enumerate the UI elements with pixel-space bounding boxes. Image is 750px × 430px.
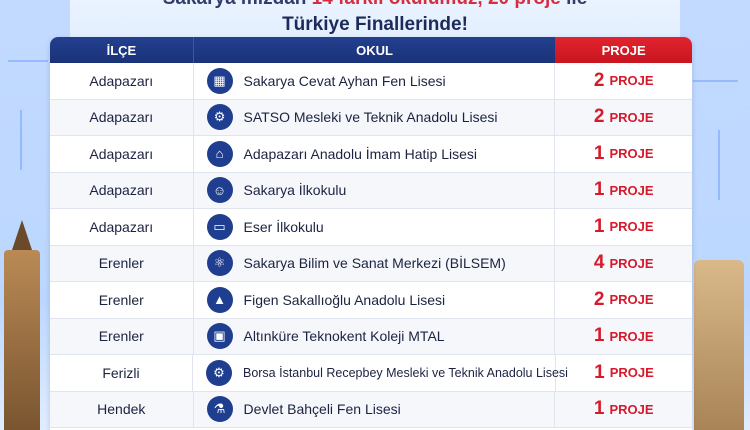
table-row: Ferizli ⚙ Borsa İstanbul Recepbey Mesleki … xyxy=(50,355,692,392)
cell-ilce: Hendek xyxy=(50,391,194,427)
school-name: Figen Sakallıoğlu Anadolu Lisesi xyxy=(243,291,446,308)
cell-proje: 1 PROJE xyxy=(555,173,692,209)
cell-proje: 1 PROJE xyxy=(555,209,692,245)
project-unit: PROJE xyxy=(609,255,654,271)
cell-okul: ▭ Eser İlkokulu xyxy=(194,209,556,245)
project-count: 1 xyxy=(593,215,605,237)
school-name: Eser İlkokulu xyxy=(243,218,324,235)
table-row: Adapazarı ☺ Sakarya İlkokulu 1 PROJE xyxy=(50,172,692,209)
clock-tower-illustration xyxy=(4,220,40,430)
school-name: Sakarya Cevat Ayhan Fen Lisesi xyxy=(243,72,446,89)
cell-proje: 1 PROJE xyxy=(555,319,692,355)
table-body: Adapazarı ▦ Sakarya Cevat Ayhan Fen Lisesi… xyxy=(50,63,692,428)
children-icon: ☺ xyxy=(206,177,233,204)
table-row: Adapazarı ▦ Sakarya Cevat Ayhan Fen Lisesi… xyxy=(50,63,692,100)
heading-text: Sakarya mızdan xyxy=(163,0,312,9)
school-name: SATSO Mesleki ve Teknik Anadolu Lisesi xyxy=(243,109,498,126)
chip-icon: ▣ xyxy=(206,323,233,350)
cell-ilce: Ferizli xyxy=(50,355,193,391)
circuit-decoration xyxy=(8,60,48,62)
school-name: Adapazarı Anadolu İmam Hatip Lisesi xyxy=(243,145,478,162)
project-count: 2 xyxy=(593,106,605,128)
cell-okul: ☺ Sakarya İlkokulu xyxy=(194,172,556,208)
graduation-cap-icon: ▲ xyxy=(206,286,233,313)
header-proje: PROJE xyxy=(555,37,692,63)
cell-proje: 2 PROJE xyxy=(555,100,692,136)
project-unit: PROJE xyxy=(609,109,654,125)
school-name: Altınküre Teknokent Koleji MTAL xyxy=(243,328,445,345)
project-count: 1 xyxy=(594,361,605,383)
cell-okul: ⚙ SATSO Mesleki ve Teknik Anadolu Lisesi xyxy=(194,99,556,135)
table-row: Adapazarı ⚙ SATSO Mesleki ve Teknik Anadol… xyxy=(50,99,692,136)
table-header: İLÇE OKUL PROJE xyxy=(50,37,692,63)
cell-proje: 2 PROJE xyxy=(555,63,692,99)
school-name: Sakarya Bilim ve Sanat Merkezi (BİLSEM) xyxy=(243,255,506,272)
project-count: 1 xyxy=(593,179,605,201)
cell-ilce: Adapazarı xyxy=(50,209,194,245)
project-unit: PROJE xyxy=(609,365,654,381)
cell-ilce: Erenler xyxy=(50,318,194,354)
cell-okul: ⌂ Adapazarı Anadolu İmam Hatip Lisesi xyxy=(194,136,556,172)
results-table: İLÇE OKUL PROJE Adapazarı ▦ Sakarya Cevat … xyxy=(50,37,692,430)
heading-highlight: 14 farklı okulumuz, 20 proje xyxy=(312,0,561,9)
page-heading: Sakarya mızdan 14 farklı okulumuz, 20 pr… xyxy=(0,0,750,38)
gear-icon: ⚙ xyxy=(205,359,232,386)
project-unit: PROJE xyxy=(609,146,654,162)
project-unit: PROJE xyxy=(609,73,654,89)
cell-proje: 2 PROJE xyxy=(555,282,692,318)
atom-icon: ⚛ xyxy=(206,250,233,277)
mosque-illustration xyxy=(694,260,744,430)
project-count: 2 xyxy=(593,69,605,91)
table-row: Hendek ⚗ Devlet Bahçeli Fen Lisesi 1 PROJE xyxy=(50,391,692,428)
table-row: Adapazarı ▭ Eser İlkokulu 1 PROJE xyxy=(50,209,692,246)
project-unit: PROJE xyxy=(609,292,654,308)
cell-okul: ⚛ Sakarya Bilim ve Sanat Merkezi (BİLSEM) xyxy=(194,245,556,281)
cell-ilce: Adapazarı xyxy=(50,63,194,99)
table-row: Erenler ▣ Altınküre Teknokent Koleji MTAL 1… xyxy=(50,318,692,355)
project-unit: PROJE xyxy=(609,182,654,198)
cell-proje: 4 PROJE xyxy=(555,246,692,282)
project-count: 1 xyxy=(593,325,605,347)
cell-okul: ⚙ Borsa İstanbul Recepbey Mesleki ve Tekn… xyxy=(193,355,568,391)
flask-icon: ⚗ xyxy=(206,396,233,423)
cell-proje: 1 PROJE xyxy=(555,136,692,172)
cell-proje: 1 PROJE xyxy=(555,392,692,428)
project-unit: PROJE xyxy=(609,328,654,344)
project-count: 4 xyxy=(593,252,605,274)
circuit-decoration xyxy=(693,80,738,82)
project-count: 2 xyxy=(593,288,605,310)
project-unit: PROJE xyxy=(609,401,654,417)
cell-ilce: Adapazarı xyxy=(50,99,194,135)
table-row: Adapazarı ⌂ Adapazarı Anadolu İmam Hatip L… xyxy=(50,136,692,173)
heading-subtitle: Türkiye Finallerinde! xyxy=(282,14,468,35)
heading-text: ile xyxy=(561,0,587,9)
school-name: Devlet Bahçeli Fen Lisesi xyxy=(243,401,401,418)
building-icon: ▦ xyxy=(206,67,233,94)
school-name: Sakarya İlkokulu xyxy=(243,182,347,199)
cell-ilce: Erenler xyxy=(50,245,194,281)
project-count: 1 xyxy=(593,398,605,420)
cell-okul: ▲ Figen Sakallıoğlu Anadolu Lisesi xyxy=(194,282,556,318)
circuit-decoration xyxy=(20,110,22,170)
mosque-icon: ⌂ xyxy=(206,140,233,167)
cell-okul: ⚗ Devlet Bahçeli Fen Lisesi xyxy=(194,391,556,427)
school-name: Borsa İstanbul Recepbey Mesleki ve Tekni… xyxy=(242,365,568,380)
cell-ilce: Adapazarı xyxy=(50,172,194,208)
header-okul: OKUL xyxy=(192,37,556,63)
cell-okul: ▦ Sakarya Cevat Ayhan Fen Lisesi xyxy=(194,63,556,99)
cell-ilce: Erenler xyxy=(50,282,194,318)
table-row: Erenler ▲ Figen Sakallıoğlu Anadolu Lisesi… xyxy=(50,282,692,319)
circuit-decoration xyxy=(718,130,720,200)
cell-proje: 1 PROJE xyxy=(556,355,692,391)
project-count: 1 xyxy=(593,142,605,164)
cell-okul: ▣ Altınküre Teknokent Koleji MTAL xyxy=(194,318,556,354)
book-icon: ▭ xyxy=(206,213,233,240)
cell-ilce: Adapazarı xyxy=(50,136,194,172)
header-ilce: İLÇE xyxy=(50,37,193,63)
gear-icon: ⚙ xyxy=(206,104,233,131)
project-unit: PROJE xyxy=(609,219,654,235)
table-row: Erenler ⚛ Sakarya Bilim ve Sanat Merkezi (… xyxy=(50,245,692,282)
